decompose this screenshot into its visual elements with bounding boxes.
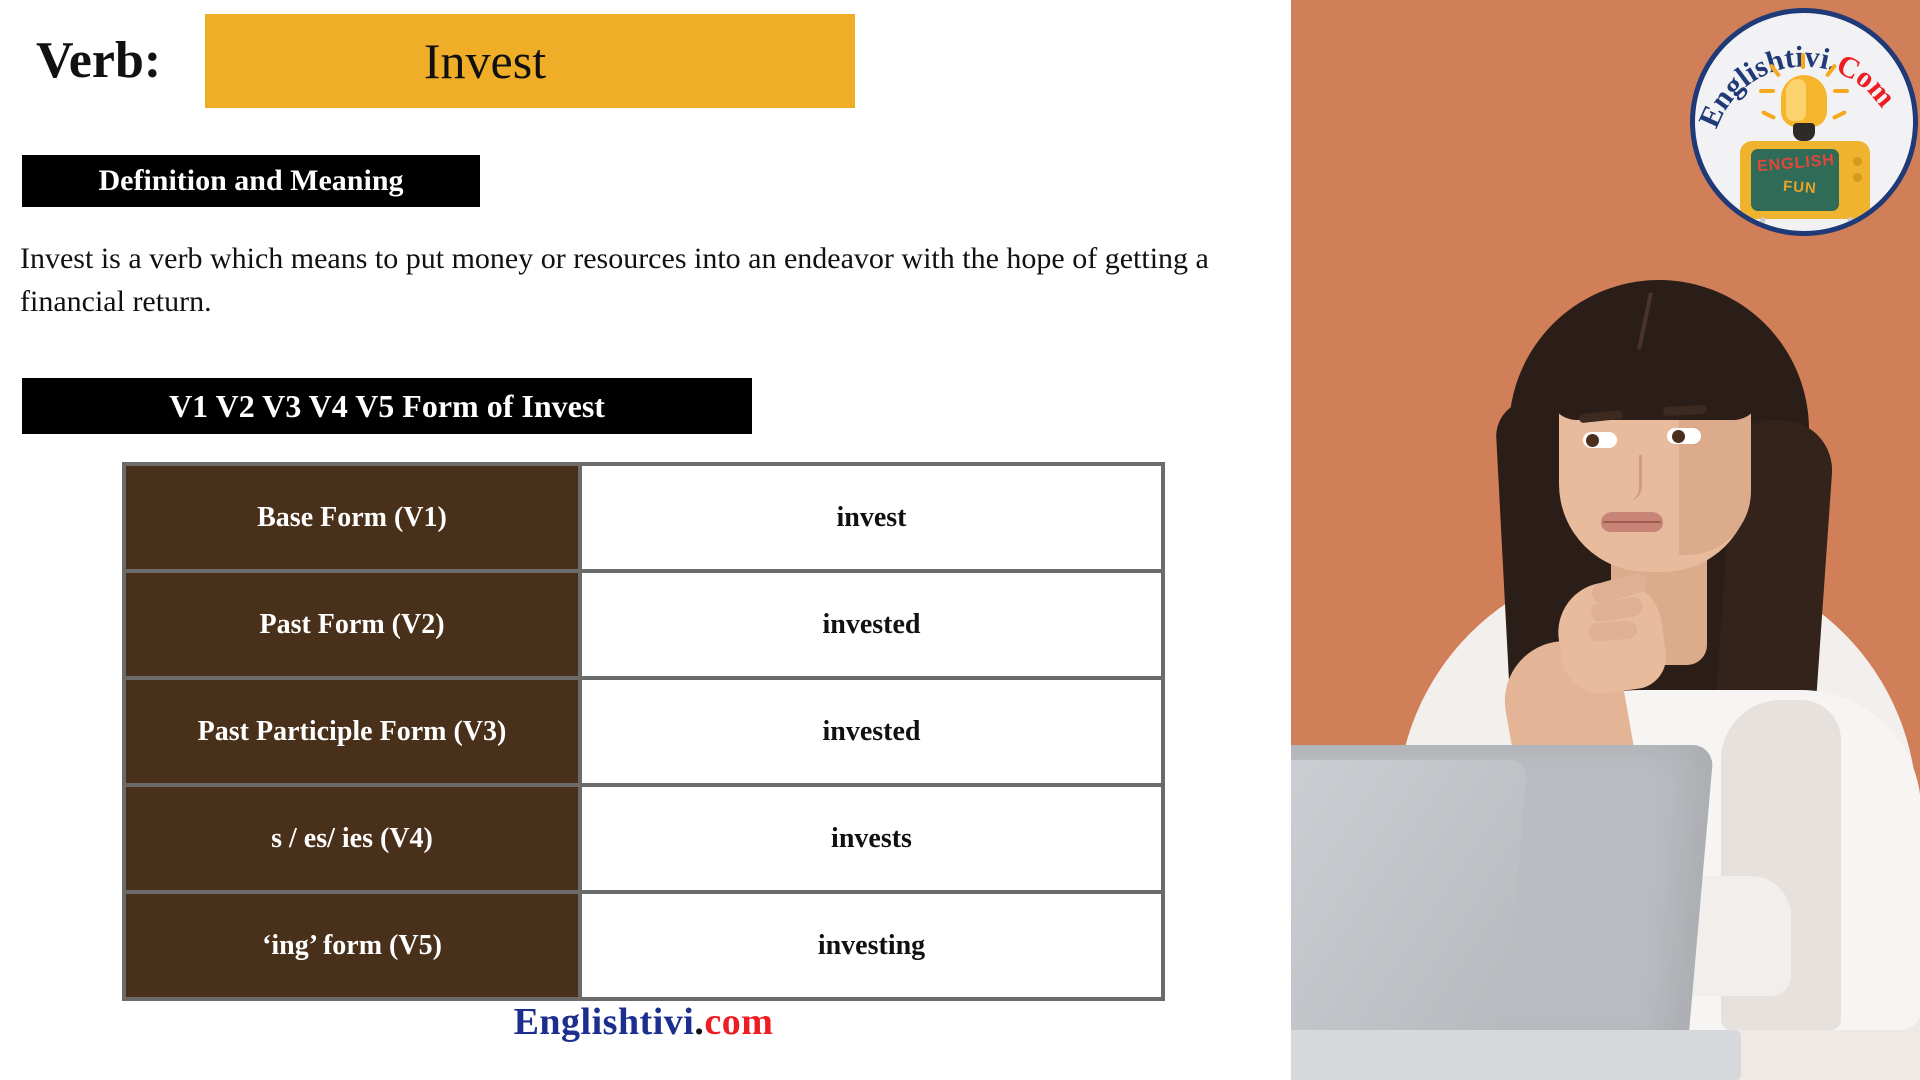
verb-forms-body: Base Form (V1) invest Past Form (V2) inv… — [122, 462, 1165, 1001]
worksheet-page: Englishtivi.Com ENGLISH FUN Verb: Invest… — [0, 0, 1920, 1080]
verb-row: Verb: — [36, 14, 179, 108]
table-row: ‘ing’ form (V5) investing — [122, 890, 1165, 1001]
form-value-v5: investing — [578, 890, 1165, 1001]
tv-screen-word-fun: FUN — [1782, 177, 1818, 198]
lightbulb-base — [1793, 123, 1815, 141]
logo-arc-secondary: Com — [1831, 48, 1902, 114]
table-row: s / es/ ies (V4) invests — [122, 783, 1165, 894]
forms-section-label: V1 V2 V3 V4 V5 Form of Invest — [22, 378, 752, 434]
verb-label: Verb: — [36, 32, 162, 89]
table-row: Base Form (V1) invest — [122, 462, 1165, 573]
definition-section-label: Definition and Meaning — [22, 155, 480, 207]
table-row: Past Participle Form (V3) invested — [122, 676, 1165, 787]
eye-left — [1583, 432, 1617, 448]
tv-knob-1 — [1853, 157, 1862, 166]
form-value-v3: invested — [578, 676, 1165, 787]
table-row: Past Form (V2) invested — [122, 569, 1165, 680]
tv-knob-2 — [1853, 173, 1862, 182]
form-value-v2: invested — [578, 569, 1165, 680]
footer-site-name: Englishtivi — [513, 1001, 695, 1043]
form-value-v1: invest — [578, 462, 1165, 573]
nose — [1613, 455, 1642, 501]
form-label-v3: Past Participle Form (V3) — [122, 676, 582, 787]
footer-dot: . — [694, 1001, 705, 1043]
laptop-base — [1291, 1030, 1741, 1080]
bulb-ray-4 — [1759, 89, 1775, 93]
bulb-ray-5 — [1833, 89, 1849, 93]
form-label-v4: s / es/ ies (V4) — [122, 783, 582, 894]
form-value-v4: invests — [578, 783, 1165, 894]
eye-right — [1667, 428, 1701, 444]
form-label-v5: ‘ing’ form (V5) — [122, 890, 582, 1001]
site-footer: Englishtivi.com — [122, 1000, 1165, 1044]
bulb-ray-1 — [1801, 53, 1805, 69]
form-label-v1: Base Form (V1) — [122, 462, 582, 573]
pupil-left — [1586, 434, 1599, 447]
laptop-lid-highlight — [1291, 760, 1528, 1030]
site-logo-badge: Englishtivi.Com ENGLISH FUN — [1690, 8, 1918, 236]
definition-text: Invest is a verb which means to put mone… — [20, 242, 1209, 318]
lip-line — [1603, 521, 1661, 523]
footer-tld: com — [704, 1001, 774, 1043]
pupil-right — [1672, 430, 1685, 443]
verb-word: Invest — [423, 33, 547, 89]
verb-forms-table: Base Form (V1) invest Past Form (V2) inv… — [122, 462, 1165, 1001]
lightbulb-highlight — [1786, 79, 1806, 121]
finger-3 — [1588, 620, 1638, 642]
form-label-v2: Past Form (V2) — [122, 569, 582, 680]
